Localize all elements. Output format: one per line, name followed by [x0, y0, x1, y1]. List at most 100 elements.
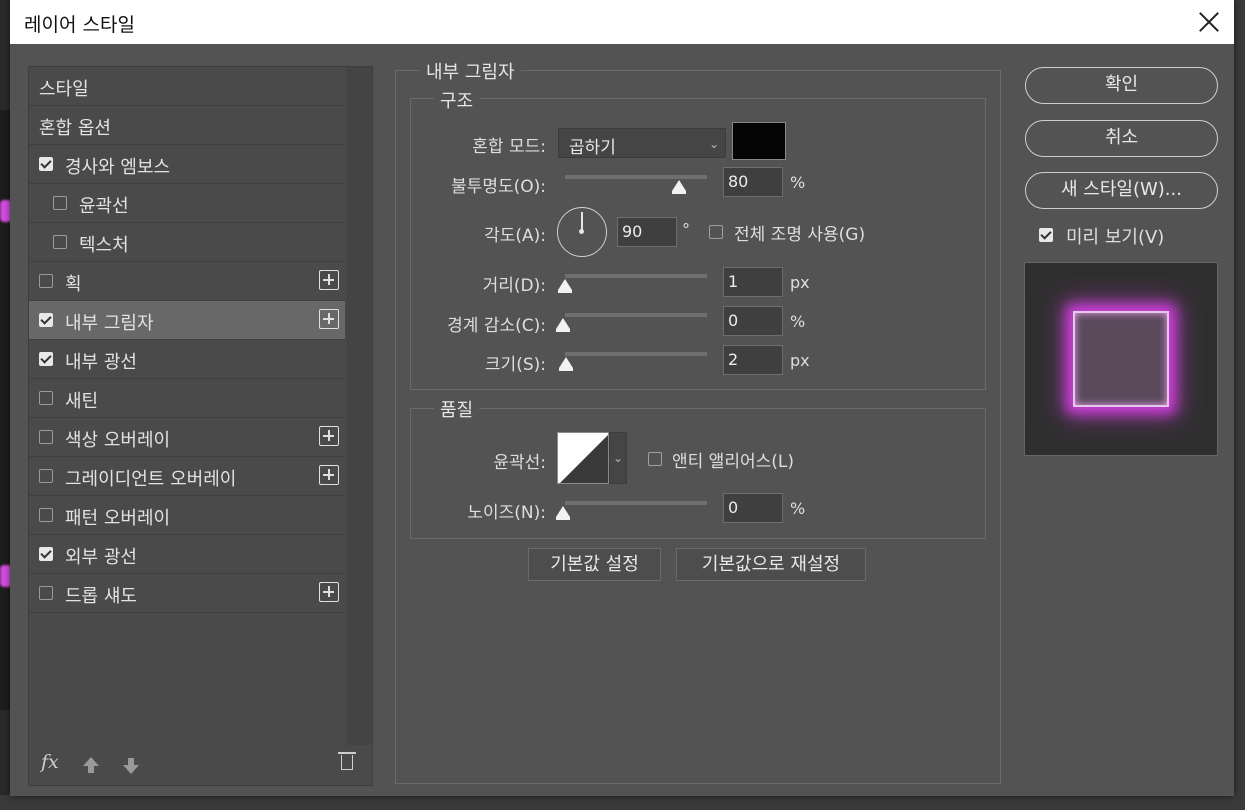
new-style-button[interactable]: 새 스타일(W)... — [1025, 172, 1218, 209]
shadow-color-swatch[interactable] — [732, 122, 786, 160]
style-item-label: 내부 광선 — [65, 352, 137, 373]
noise-slider-track[interactable] — [565, 501, 707, 505]
choke-unit: % — [790, 312, 806, 331]
style-item-checkbox[interactable] — [53, 196, 67, 210]
style-item[interactable]: 그레이디언트 오버레이 — [29, 457, 345, 496]
reset-to-default-button[interactable]: 기본값으로 재설정 — [676, 548, 866, 581]
style-item[interactable]: 새틴 — [29, 379, 345, 418]
trash-icon[interactable] — [338, 752, 356, 770]
opacity-input[interactable]: 80 — [723, 167, 783, 197]
style-item[interactable]: 경사와 엠보스 — [29, 145, 345, 184]
size-unit: px — [790, 351, 810, 370]
blend-mode-select[interactable]: 곱하기 ⌄ — [558, 128, 726, 158]
fx-icon[interactable]: fx — [41, 751, 59, 773]
style-item[interactable]: 스타일 — [29, 67, 345, 106]
background-panel-right — [1234, 0, 1245, 810]
style-item-checkbox[interactable] — [39, 352, 53, 366]
style-item-checkbox[interactable] — [39, 157, 53, 171]
style-item-label: 색상 오버레이 — [65, 430, 171, 451]
style-item-checkbox[interactable] — [53, 235, 67, 249]
distance-slider-thumb[interactable] — [558, 279, 572, 293]
distance-unit: px — [790, 273, 810, 292]
contour-picker[interactable] — [557, 432, 609, 484]
style-item-checkbox[interactable] — [39, 274, 53, 288]
style-item[interactable]: 내부 광선 — [29, 340, 345, 379]
choke-slider-track[interactable] — [565, 313, 707, 317]
dialog-titlebar: 레이어 스타일 — [10, 0, 1234, 44]
add-effect-icon[interactable] — [319, 426, 339, 446]
style-item-label: 윤곽선 — [79, 196, 129, 217]
angle-dial[interactable] — [557, 207, 607, 257]
style-item-label: 패턴 오버레이 — [65, 508, 171, 529]
noise-label: 노이즈(N): — [467, 503, 546, 523]
layer-style-dialog: 레이어 스타일 스타일혼합 옵션경사와 엠보스윤곽선텍스처획 내부 그림자내부 광… — [10, 0, 1234, 796]
make-default-button[interactable]: 기본값 설정 — [528, 548, 661, 581]
ok-button[interactable]: 확인 — [1025, 67, 1218, 104]
style-list-scrollbar[interactable] — [346, 67, 372, 745]
choke-input[interactable]: 0 — [723, 306, 783, 336]
global-light-checkbox[interactable] — [709, 225, 723, 239]
style-item-label: 외부 광선 — [65, 547, 137, 568]
style-item-checkbox[interactable] — [39, 313, 53, 327]
size-slider-thumb[interactable] — [559, 357, 573, 371]
blend-mode-value: 곱하기 — [569, 138, 616, 158]
style-item[interactable]: 내부 그림자 — [29, 301, 345, 340]
blend-mode-label: 혼합 모드: — [472, 137, 546, 157]
style-item[interactable]: 혼합 옵션 — [29, 106, 345, 145]
style-item-label: 새틴 — [65, 391, 99, 412]
opacity-slider-thumb[interactable] — [671, 180, 686, 194]
chevron-down-icon: ⌄ — [708, 137, 719, 151]
size-label: 크기(S): — [484, 355, 546, 375]
style-item-checkbox[interactable] — [39, 586, 53, 600]
chevron-down-icon: ⌄ — [612, 451, 623, 465]
anti-alias-checkbox[interactable] — [648, 452, 662, 466]
style-item-label: 드롭 섀도 — [65, 586, 137, 607]
style-item-checkbox[interactable] — [39, 391, 53, 405]
style-item[interactable]: 윤곽선 — [29, 184, 345, 223]
move-down-icon[interactable] — [123, 758, 139, 774]
style-item[interactable]: 드롭 섀도 — [29, 574, 345, 613]
preview-swatch — [1073, 311, 1169, 407]
style-item[interactable]: 패턴 오버레이 — [29, 496, 345, 535]
structure-title: 구조 — [434, 87, 480, 113]
noise-slider-thumb[interactable] — [556, 506, 570, 520]
choke-label: 경계 감소(C): — [447, 316, 546, 336]
add-effect-icon[interactable] — [319, 270, 339, 290]
preview-checkbox[interactable] — [1039, 228, 1053, 242]
noise-unit: % — [790, 499, 806, 518]
style-item-checkbox[interactable] — [39, 508, 53, 522]
style-item-label: 혼합 옵션 — [39, 118, 111, 139]
size-slider-track[interactable] — [565, 352, 707, 356]
add-effect-icon[interactable] — [319, 465, 339, 485]
style-list: 스타일혼합 옵션경사와 엠보스윤곽선텍스처획 내부 그림자내부 광선새틴색상 오버… — [28, 66, 373, 786]
choke-slider-thumb[interactable] — [556, 318, 570, 332]
contour-curve-icon — [558, 433, 608, 483]
size-input[interactable]: 2 — [723, 345, 783, 375]
distance-input[interactable]: 1 — [723, 267, 783, 297]
style-item-checkbox[interactable] — [39, 430, 53, 444]
contour-label: 윤곽선: — [493, 453, 546, 473]
add-effect-icon[interactable] — [319, 309, 339, 329]
noise-input[interactable]: 0 — [723, 493, 783, 523]
add-effect-icon[interactable] — [319, 582, 339, 602]
opacity-label: 불투명도(O): — [451, 177, 546, 197]
style-item[interactable]: 텍스처 — [29, 223, 345, 262]
style-item[interactable]: 외부 광선 — [29, 535, 345, 574]
close-icon[interactable] — [1198, 11, 1220, 33]
style-item-label: 경사와 엠보스 — [65, 157, 171, 178]
style-item-checkbox[interactable] — [39, 547, 53, 561]
style-item[interactable]: 색상 오버레이 — [29, 418, 345, 457]
contour-dropdown[interactable]: ⌄ — [609, 432, 627, 484]
move-up-icon[interactable] — [83, 757, 99, 773]
style-item-label: 텍스처 — [79, 235, 129, 256]
style-preview — [1024, 262, 1218, 456]
distance-slider-track[interactable] — [565, 274, 707, 278]
global-light-label: 전체 조명 사용(G) — [734, 225, 866, 245]
opacity-unit: % — [790, 173, 806, 192]
opacity-slider-track[interactable] — [565, 175, 707, 179]
cancel-button[interactable]: 취소 — [1025, 120, 1218, 157]
style-item-checkbox[interactable] — [39, 469, 53, 483]
style-item[interactable]: 획 — [29, 262, 345, 301]
angle-center-dot — [579, 229, 584, 234]
angle-input[interactable]: 90 — [617, 217, 677, 247]
